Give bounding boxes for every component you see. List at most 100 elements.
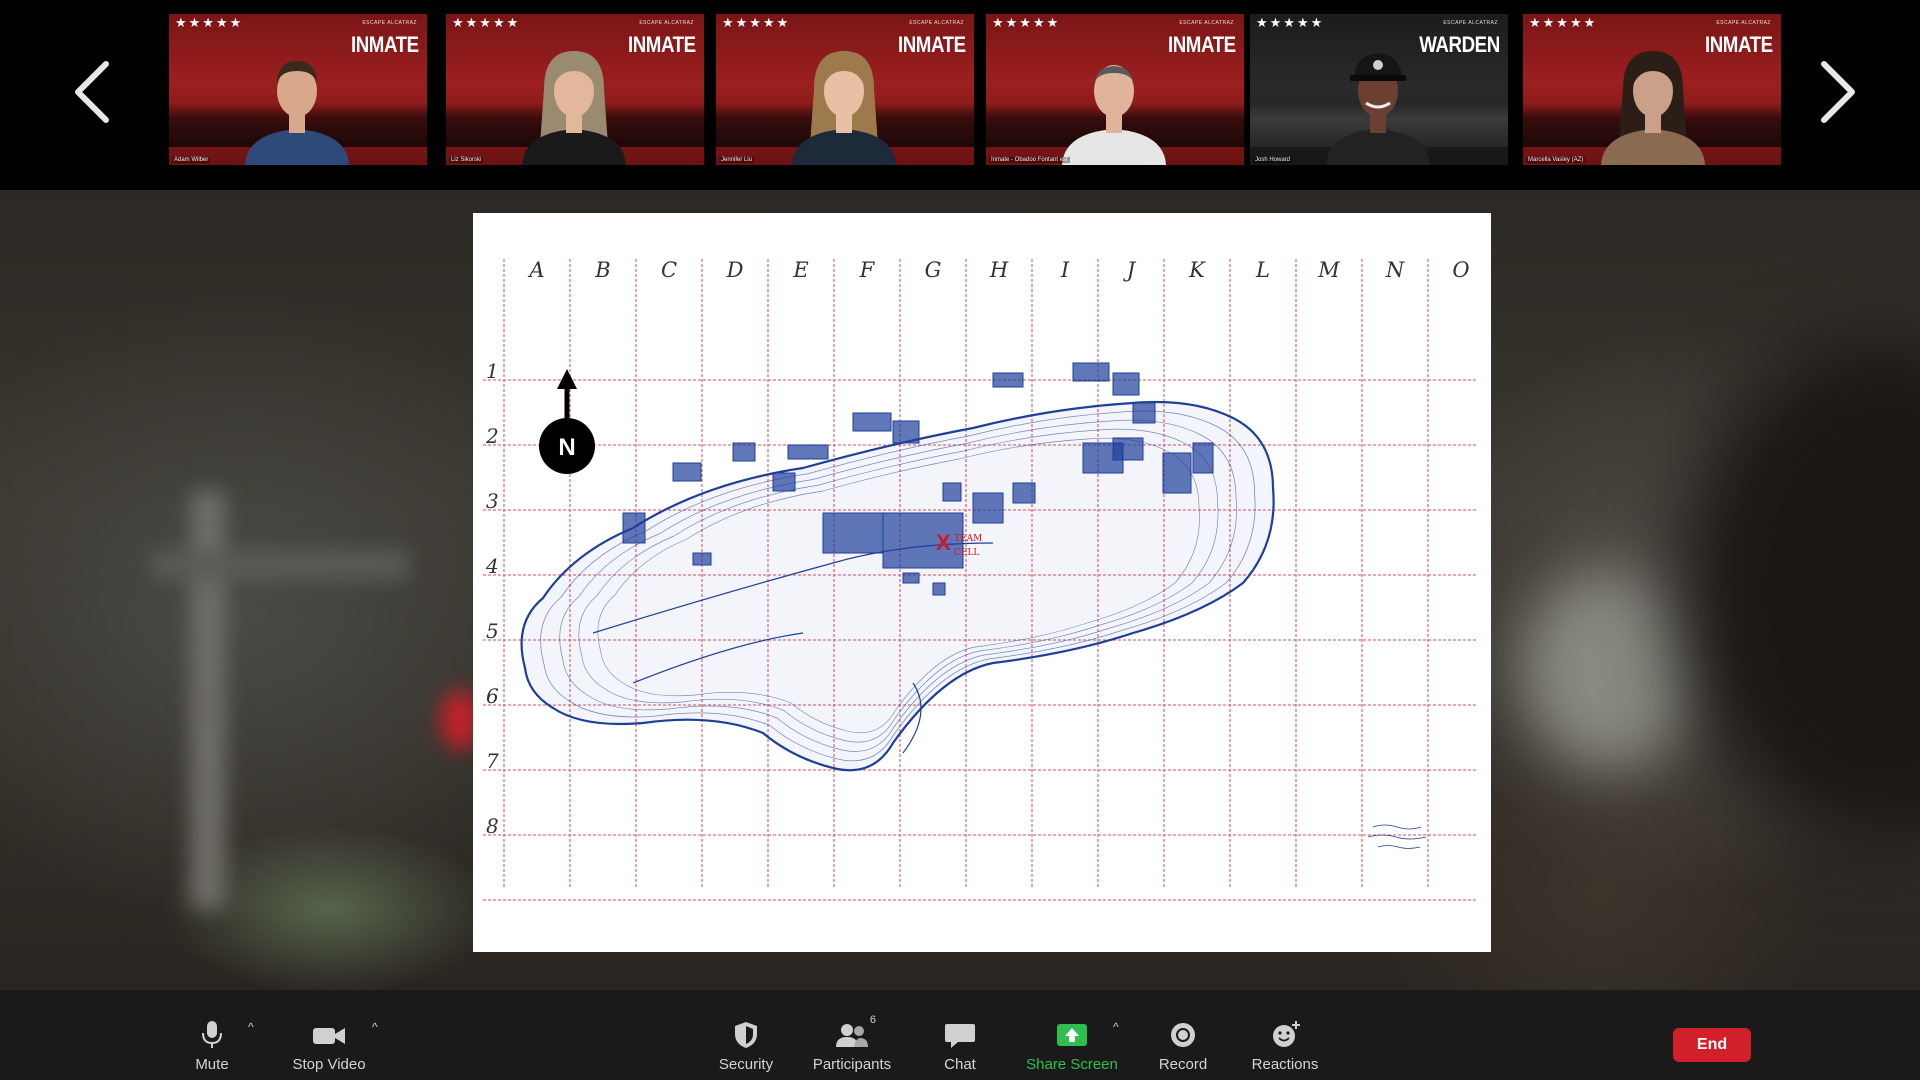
compass-arrow-head (557, 369, 577, 389)
participant-tile[interactable]: ★★★★★ ESCAPE ALCATRAZ INMATE Jennifer Liu (716, 14, 974, 165)
participant-tile[interactable]: ★★★★★ ESCAPE ALCATRAZ INMATE Adam Wilber (169, 14, 427, 165)
participants-button[interactable]: 6 Participants (808, 990, 896, 1080)
column-label: O (1452, 258, 1469, 282)
mute-button[interactable]: Mute (185, 990, 239, 1080)
map-building (972, 492, 1004, 524)
mute-label: Mute (195, 1056, 229, 1073)
tile-brand: ESCAPE ALCATRAZ (639, 20, 694, 26)
tile-stars: ★★★★★ (452, 15, 521, 30)
row-label: 6 (486, 684, 499, 708)
column-label: C (661, 258, 677, 282)
tile-brand: ESCAPE ALCATRAZ (1443, 20, 1498, 26)
tile-brand: ESCAPE ALCATRAZ (362, 20, 417, 26)
gallery-prev-button[interactable] (64, 52, 124, 132)
participant-video (1326, 53, 1430, 165)
column-label: B (594, 258, 610, 282)
compass-label: N (558, 434, 575, 461)
tile-role-label: INMATE (351, 32, 419, 57)
share-screen-button[interactable]: Share Screen (1024, 990, 1120, 1080)
map-building (932, 582, 946, 596)
audio-options-caret[interactable]: ^ (248, 1020, 254, 1034)
tile-role-label: INMATE (1705, 32, 1773, 57)
column-label: L (1255, 258, 1270, 282)
participant-tile[interactable]: ★★★★★ ESCAPE ALCATRAZ INMATE Inmate - Obado… (986, 14, 1244, 165)
island-grid-map: A B C D E F G H I J K L M N O 1 2 3 4 5 6 7 8 X TEAM CELL N (483, 258, 1478, 901)
map-building (892, 420, 920, 444)
map-building (992, 372, 1024, 388)
map-building (692, 552, 712, 566)
participant-video (792, 51, 896, 165)
tile-role-label: INMATE (1168, 32, 1236, 57)
tile-brand: ESCAPE ALCATRAZ (1716, 20, 1771, 26)
team-cell-label: TEAM (954, 534, 982, 544)
background-beam (150, 550, 410, 580)
video-options-caret[interactable]: ^ (372, 1020, 378, 1034)
share-screen-icon (1054, 1020, 1090, 1050)
security-label: Security (718, 1056, 774, 1073)
tile-stars: ★★★★★ (992, 15, 1061, 30)
row-label: 5 (486, 619, 499, 643)
participants-count: 6 (869, 1014, 876, 1026)
map-building (822, 512, 884, 554)
chat-bubble-icon (942, 1020, 978, 1050)
microphone-icon (194, 1020, 230, 1050)
tile-role-label: INMATE (898, 32, 966, 57)
security-button[interactable]: Security (715, 990, 777, 1080)
end-meeting-button[interactable]: End (1673, 1028, 1751, 1062)
participant-gallery: ★★★★★ ESCAPE ALCATRAZ INMATE Adam Wilber ★★★… (0, 0, 1920, 190)
column-label: M (1317, 258, 1340, 282)
reactions-button[interactable]: Reactions (1250, 990, 1320, 1080)
stop-video-button[interactable]: Stop Video (286, 990, 372, 1080)
record-label: Record (1158, 1056, 1208, 1073)
team-cell-marker: X (936, 530, 951, 555)
column-label: I (1060, 258, 1070, 282)
chevron-right-icon (1821, 61, 1855, 123)
participant-video (522, 51, 626, 165)
map-building (1132, 402, 1156, 424)
row-label: 4 (485, 554, 499, 578)
column-label: J (1123, 258, 1137, 282)
map-building (882, 512, 964, 569)
share-options-caret[interactable]: ^ (1113, 1020, 1119, 1034)
participant-name: Jennifer Liu (719, 157, 755, 163)
chat-button[interactable]: Chat (940, 990, 980, 1080)
meeting-toolbar: Mute ^ Stop Video ^ Security 6 Participa… (0, 990, 1920, 1080)
map-building (942, 482, 962, 502)
map-building (622, 512, 646, 544)
column-label: K (1188, 258, 1206, 282)
column-label: F (859, 258, 876, 282)
participant-video (1062, 65, 1166, 165)
tile-stars: ★★★★★ (175, 15, 244, 30)
map-building (1112, 437, 1144, 461)
map-building (1162, 452, 1192, 494)
map-building (902, 572, 920, 584)
participant-name: Inmate - Obadoo Fontant est (989, 157, 1070, 163)
map-building (1192, 442, 1214, 474)
column-label: N (1385, 258, 1405, 282)
map-building (787, 444, 829, 460)
participant-video (1601, 51, 1705, 165)
participants-icon: 6 (834, 1014, 876, 1050)
background-highlight (1520, 570, 1700, 770)
shared-screen: A B C D E F G H I J K L M N O 1 2 3 4 5 6 7 8 X TEAM CELL N (473, 213, 1491, 952)
map-building (772, 472, 796, 492)
gallery-next-button[interactable] (1806, 52, 1866, 132)
chat-label: Chat (944, 1056, 976, 1073)
tile-stars: ★★★★★ (722, 15, 791, 30)
row-label: 2 (485, 424, 499, 448)
column-label: A (527, 258, 544, 282)
team-cell-label: CELL (954, 548, 979, 558)
record-button[interactable]: Record (1156, 990, 1210, 1080)
tile-brand: ESCAPE ALCATRAZ (1179, 20, 1234, 26)
smiley-plus-icon (1267, 1020, 1303, 1050)
participant-tile[interactable]: ★★★★★ ESCAPE ALCATRAZ WARDEN Josh Howard (1250, 14, 1508, 165)
tile-stars: ★★★★★ (1256, 15, 1325, 30)
tile-stars: ★★★★★ (1529, 15, 1598, 30)
chevron-left-icon (75, 61, 109, 123)
participant-name: Josh Howard (1253, 157, 1293, 163)
participant-tile[interactable]: ★★★★★ ESCAPE ALCATRAZ INMATE Liz Sikorski (446, 14, 704, 165)
background-shadow (1680, 340, 1920, 840)
participant-tile[interactable]: ★★★★★ ESCAPE ALCATRAZ INMATE Marcella Vasle… (1523, 14, 1781, 165)
map-building (852, 412, 892, 432)
column-label: H (989, 258, 1009, 282)
